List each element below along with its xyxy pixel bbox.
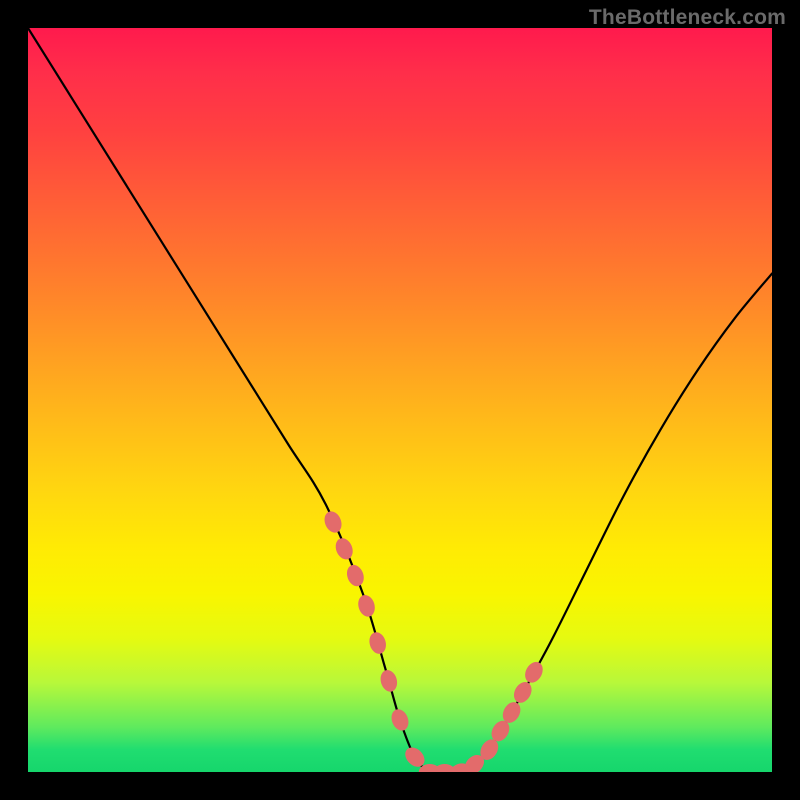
marker-dot — [356, 593, 378, 619]
marker-dot — [388, 707, 411, 733]
watermark-text: TheBottleneck.com — [589, 6, 786, 30]
marker-dot — [321, 509, 344, 535]
marker-dot — [333, 536, 356, 562]
marker-dot — [344, 562, 367, 588]
chart-frame: TheBottleneck.com — [0, 0, 800, 800]
plot-area — [28, 28, 772, 772]
bottleneck-curve — [28, 28, 772, 772]
marker-dot — [510, 679, 535, 706]
marker-dot — [367, 630, 389, 656]
marker-dot — [378, 668, 399, 694]
marker-dot — [522, 659, 547, 686]
highlight-markers — [321, 509, 546, 772]
chart-overlay — [28, 28, 772, 772]
